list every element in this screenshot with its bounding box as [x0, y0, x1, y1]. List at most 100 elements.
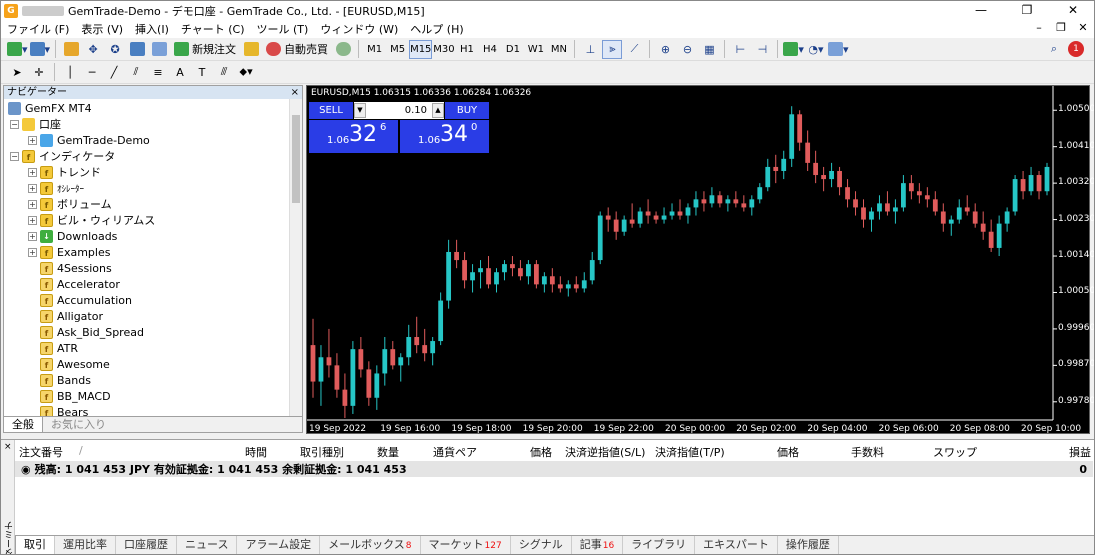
- indicators-icon[interactable]: ▾: [783, 40, 804, 59]
- signals-icon[interactable]: [333, 40, 353, 59]
- navigator-scrollbar[interactable]: [289, 99, 302, 417]
- templates-icon[interactable]: ▾: [827, 40, 848, 59]
- tab-articles[interactable]: 記事16: [572, 536, 624, 554]
- timeframe-mn[interactable]: MN: [547, 40, 570, 59]
- col-order[interactable]: 注文番号: [19, 444, 63, 460]
- mdi-close-button[interactable]: ✕: [1075, 21, 1091, 34]
- tab-news[interactable]: ニュース: [177, 536, 238, 554]
- timeframe-m15[interactable]: M15: [409, 39, 433, 59]
- tab-account-history[interactable]: 口座履歴: [116, 536, 177, 554]
- expand-icon[interactable]: +: [28, 247, 37, 257]
- col-sort-icon[interactable]: /: [79, 444, 83, 457]
- sell-price-box[interactable]: 1.06 32 6: [309, 120, 398, 153]
- buy-price-box[interactable]: 1.06 34 0: [400, 120, 489, 153]
- expand-icon[interactable]: +: [28, 167, 37, 177]
- expand-icon[interactable]: +: [28, 199, 37, 209]
- timeframe-m30[interactable]: M30: [432, 40, 455, 59]
- metaeditor-icon[interactable]: [241, 40, 261, 59]
- col-price[interactable]: 価格: [530, 444, 552, 460]
- indicator-item[interactable]: f Awesome: [40, 356, 110, 372]
- trendline-icon[interactable]: ╱: [104, 63, 124, 82]
- chart-shift-icon[interactable]: ⊢: [730, 40, 750, 59]
- maximize-button[interactable]: ❐: [1004, 1, 1050, 20]
- indicator-item[interactable]: f Accumulation: [40, 292, 132, 308]
- balance-row[interactable]: ◉ 残高: 1 041 453 JPY 有効証拠金: 1 041 453 余剰証…: [15, 461, 1093, 477]
- menu-view[interactable]: 表示 (V): [75, 21, 129, 37]
- menu-chart[interactable]: チャート (C): [175, 21, 251, 37]
- collapse-icon[interactable]: −: [10, 151, 19, 161]
- terminal-close-icon[interactable]: ×: [4, 442, 12, 452]
- tab-library[interactable]: ライブラリ: [623, 536, 696, 554]
- mdi-minimize-button[interactable]: –: [1031, 21, 1047, 34]
- lot-size-value[interactable]: 0.10: [366, 105, 432, 116]
- indicator-item[interactable]: f Alligator: [40, 308, 103, 324]
- gann-icon[interactable]: ⫻: [214, 63, 234, 82]
- indicator-item[interactable]: f BB_MACD: [40, 388, 111, 404]
- tree-group-examples[interactable]: + f Examples: [28, 244, 110, 260]
- tab-all[interactable]: 全般: [4, 417, 43, 432]
- col-tp[interactable]: 決済指値(T/P): [655, 444, 725, 460]
- timeframe-w1[interactable]: W1: [524, 40, 547, 59]
- tab-exposure[interactable]: 運用比率: [55, 536, 116, 554]
- arrows-icon[interactable]: ⬥▾: [236, 63, 256, 82]
- horizontal-line-icon[interactable]: ─: [82, 63, 102, 82]
- buy-button[interactable]: BUY: [445, 102, 489, 119]
- tab-favorites[interactable]: お気に入り: [43, 417, 114, 432]
- col-symbol[interactable]: 通貨ペア: [433, 444, 477, 460]
- tree-group-volume[interactable]: + f ボリューム: [28, 196, 112, 212]
- col-current-price[interactable]: 価格: [777, 444, 799, 460]
- navigator-close-icon[interactable]: ×: [291, 86, 299, 99]
- tree-group-bill-williams[interactable]: + f ビル・ウィリアムス: [28, 212, 155, 228]
- scrollbar-thumb[interactable]: [292, 115, 300, 203]
- col-profit[interactable]: 損益: [1069, 444, 1091, 460]
- lot-increase-icon[interactable]: ▲: [432, 103, 444, 118]
- tree-accounts[interactable]: − 口座: [10, 116, 61, 132]
- notifications-icon[interactable]: 1: [1066, 40, 1086, 59]
- col-size[interactable]: 数量: [377, 444, 399, 460]
- search-icon[interactable]: ⌕: [1044, 40, 1064, 59]
- market-watch-icon[interactable]: [61, 40, 81, 59]
- tab-trade[interactable]: 取引: [15, 536, 55, 554]
- timeframe-m5[interactable]: M5: [386, 40, 409, 59]
- menu-insert[interactable]: 挿入(I): [129, 21, 175, 37]
- line-chart-icon[interactable]: ⟋: [624, 40, 644, 59]
- profiles-icon[interactable]: ▾: [29, 40, 50, 59]
- close-button[interactable]: ✕: [1050, 1, 1094, 20]
- tree-group-downloads[interactable]: + ↓ Downloads: [28, 228, 117, 244]
- tree-group-oscillator[interactable]: + f ｵｼﾚｰﾀｰ: [28, 180, 84, 196]
- new-order-button[interactable]: 新規注文: [171, 40, 239, 59]
- tree-root[interactable]: GemFX MT4: [8, 100, 92, 116]
- vertical-line-icon[interactable]: │: [60, 63, 80, 82]
- equidistant-channel-icon[interactable]: ⫽: [126, 63, 146, 82]
- menu-file[interactable]: ファイル (F): [1, 21, 75, 37]
- menu-window[interactable]: ウィンドウ (W): [314, 21, 404, 37]
- expand-icon[interactable]: +: [28, 215, 37, 225]
- zoom-in-icon[interactable]: ⊕: [655, 40, 675, 59]
- tab-market[interactable]: マーケット127: [421, 536, 511, 554]
- tab-experts[interactable]: エキスパート: [695, 536, 778, 554]
- mdi-restore-button[interactable]: ❐: [1053, 21, 1069, 34]
- strategy-tester-icon[interactable]: [149, 40, 169, 59]
- col-time[interactable]: 時間: [245, 444, 267, 460]
- indicator-item[interactable]: f Bands: [40, 372, 91, 388]
- data-window-icon[interactable]: ✥: [83, 40, 103, 59]
- auto-trade-button[interactable]: 自動売買: [263, 40, 331, 59]
- indicator-item[interactable]: f ATR: [40, 340, 78, 356]
- col-type[interactable]: 取引種別: [300, 444, 344, 460]
- auto-scroll-icon[interactable]: ⊣: [752, 40, 772, 59]
- tile-windows-icon[interactable]: ▦: [699, 40, 719, 59]
- tab-alerts[interactable]: アラーム設定: [237, 536, 321, 554]
- lot-size-field[interactable]: ▼ 0.10 ▲: [354, 102, 444, 119]
- text-label-icon[interactable]: T: [192, 63, 212, 82]
- tree-account-item[interactable]: + GemTrade-Demo: [28, 132, 150, 148]
- timeframe-h1[interactable]: H1: [455, 40, 478, 59]
- sell-button[interactable]: SELL: [309, 102, 353, 119]
- tab-journal[interactable]: 操作履歴: [778, 536, 839, 554]
- col-commission[interactable]: 手数料: [851, 444, 884, 460]
- minimize-button[interactable]: —: [958, 1, 1004, 20]
- menu-help[interactable]: ヘルプ (H): [404, 21, 469, 37]
- candlestick-chart-icon[interactable]: ⫸: [602, 39, 623, 59]
- timeframe-d1[interactable]: D1: [501, 40, 524, 59]
- zoom-out-icon[interactable]: ⊖: [677, 40, 697, 59]
- collapse-icon[interactable]: −: [10, 119, 19, 129]
